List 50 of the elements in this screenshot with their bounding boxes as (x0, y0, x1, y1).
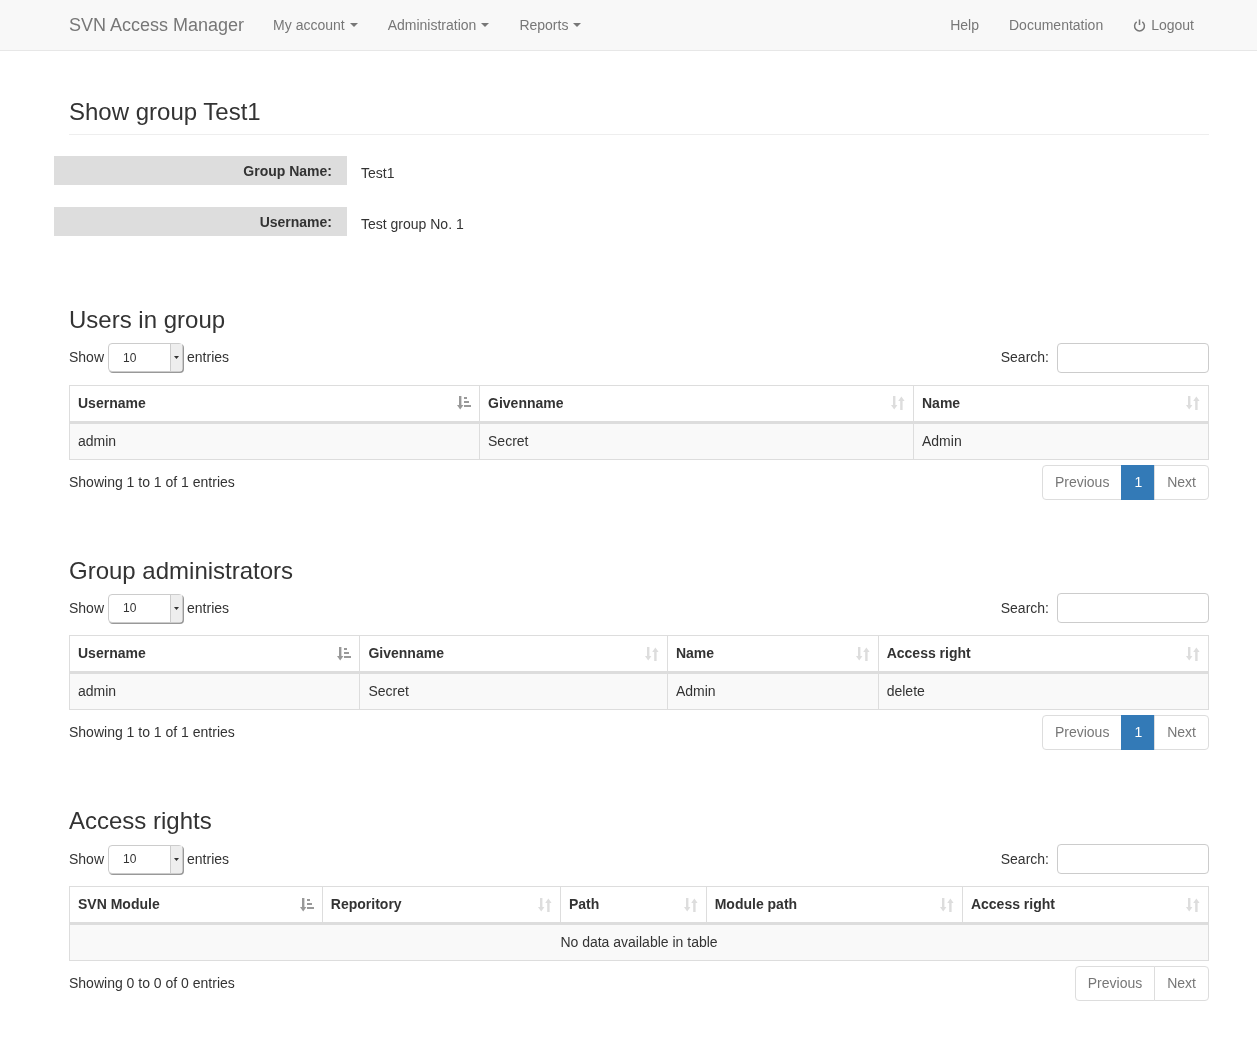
entries-label: entries (187, 348, 230, 368)
caret-icon (349, 23, 358, 27)
table-info: Showing 0 to 0 of 0 entries (69, 974, 235, 994)
show-label: Show (69, 849, 105, 869)
page-button[interactable]: 1 (1121, 464, 1156, 500)
search-field[interactable] (1057, 342, 1209, 373)
caret-icon (174, 606, 180, 610)
caret-icon (174, 857, 180, 861)
nav-link[interactable]: Logout (1118, 14, 1209, 36)
show-label: Show (69, 598, 105, 618)
show-label: Show (69, 348, 105, 368)
table-cell: Secret (479, 422, 914, 460)
page-button[interactable]: 1 (1121, 715, 1156, 751)
field-value: Test1 (360, 163, 396, 183)
caret-icon (174, 356, 180, 360)
field-label: Group Name: (54, 155, 347, 185)
search-field[interactable] (1057, 593, 1209, 624)
table-cell: Admin (913, 422, 1209, 460)
section-title: Users in group (69, 305, 227, 335)
search-label: Search: (1000, 598, 1049, 618)
field-label: Username: (54, 206, 347, 236)
search-label: Search: (1000, 348, 1049, 368)
page-size-select[interactable]: 10 (108, 844, 184, 874)
caret-icon (573, 23, 582, 27)
empty-message: No data available in table (69, 923, 1209, 961)
nav-link[interactable]: Help (935, 14, 994, 36)
nav-link[interactable]: Documentation (994, 14, 1119, 36)
page-size-select[interactable]: 10 (108, 343, 184, 373)
nav-menu[interactable]: Reports (504, 14, 597, 36)
section-title: Access rights (69, 807, 213, 837)
caret-icon (481, 23, 490, 27)
entries-label: entries (187, 849, 230, 869)
nav-menu[interactable]: Administration (372, 14, 505, 36)
page-size-select[interactable]: 10 (108, 593, 184, 623)
page-title: Show group Test1 (69, 98, 1209, 135)
entries-label: entries (187, 598, 230, 618)
nav-menu[interactable]: My account (258, 14, 373, 36)
search-label: Search: (1000, 849, 1049, 869)
section-title: Group administrators (69, 556, 295, 586)
table-info: Showing 1 to 1 of 1 entries (69, 723, 235, 743)
search-field[interactable] (1057, 844, 1209, 875)
table-info: Showing 1 to 1 of 1 entries (69, 472, 235, 492)
table-cell: Secret (359, 672, 668, 710)
table-cell: Admin (667, 672, 879, 710)
table-cell: delete (878, 672, 1209, 710)
power-icon (1133, 18, 1147, 32)
table-cell: admin (69, 422, 480, 460)
table-cell: admin (69, 672, 360, 710)
brand-title[interactable]: SVN Access Manager (69, 11, 245, 39)
field-value: Test group No. 1 (360, 214, 465, 234)
